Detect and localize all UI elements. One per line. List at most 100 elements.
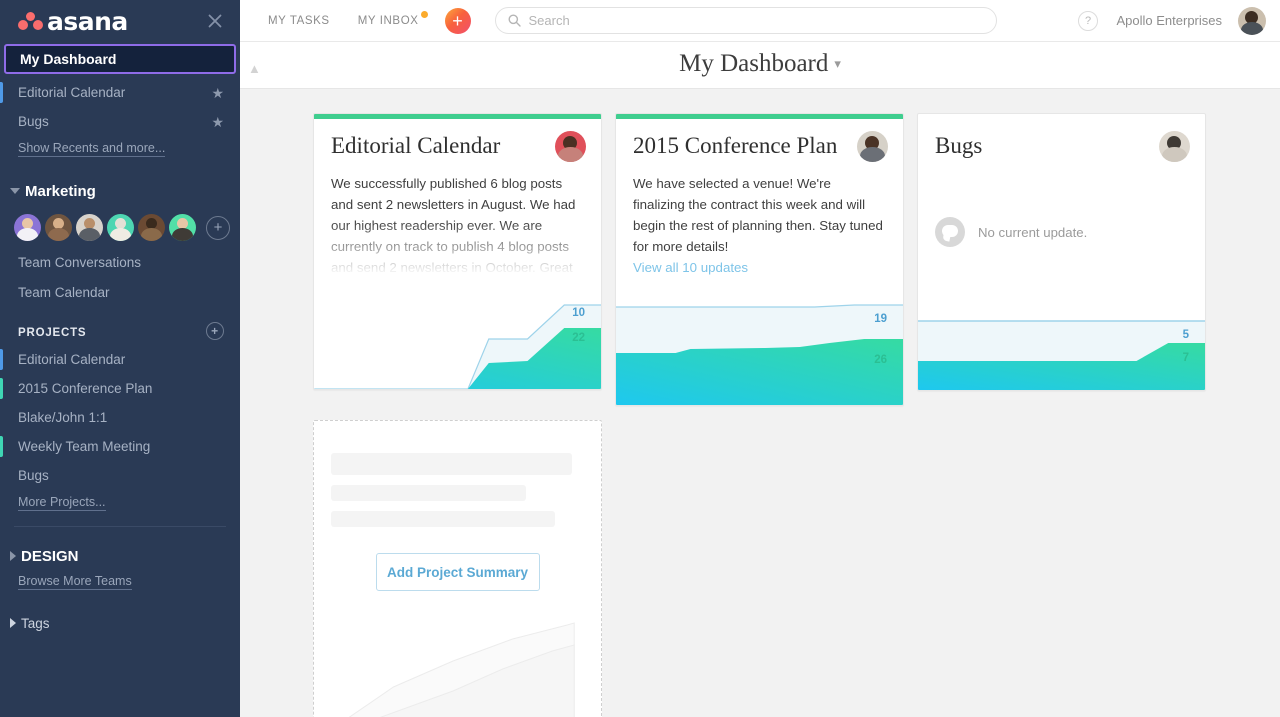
add-member-icon[interactable]: + [206, 215, 230, 240]
search-icon [508, 14, 521, 27]
browse-more-teams-label: Browse More Teams [18, 574, 132, 590]
dashboard-board: Editorial Calendar We successfully publi… [240, 90, 1280, 717]
sidebar-item-my-dashboard[interactable]: My Dashboard [4, 44, 236, 74]
top-bar: MY TASKS MY INBOX + Search ? Apollo Ente… [240, 0, 1280, 42]
sidebar-project-bugs[interactable]: Bugs [0, 461, 240, 490]
star-icon[interactable]: ★ [211, 114, 224, 131]
skeleton-line [331, 511, 555, 528]
card-status-text: We have selected a venue! We're finalizi… [633, 176, 883, 255]
sidebar-project-conference-plan[interactable]: 2015 Conference Plan [0, 374, 240, 403]
sidebar-item-label: Tags [21, 615, 50, 631]
team-marketing-header[interactable]: Marketing [0, 178, 240, 204]
project-color-bar [0, 82, 3, 103]
avatar[interactable] [76, 214, 103, 241]
asana-logo-icon [18, 12, 44, 30]
sidebar-item-label: Editorial Calendar [18, 85, 126, 100]
comment-bubble-icon [935, 217, 965, 248]
sidebar-favorite-editorial-calendar[interactable]: Editorial Calendar ★ [0, 78, 240, 107]
chart-label-completed: 26 [874, 354, 887, 367]
card-owner-avatar[interactable] [555, 131, 586, 162]
card-owner-avatar[interactable] [1159, 131, 1190, 162]
cards-row: Editorial Calendar We successfully publi… [313, 113, 1280, 407]
card-title: 2015 Conference Plan [633, 133, 838, 158]
avatar[interactable] [169, 214, 196, 241]
chart-label-completed: 22 [572, 332, 585, 345]
brand-wordmark: asana [47, 6, 128, 36]
quick-add-button[interactable]: + [444, 7, 471, 34]
sidebar-item-label: Team Calendar [18, 284, 110, 300]
avatar[interactable] [45, 214, 72, 241]
avatar[interactable] [138, 214, 165, 241]
team-design-header[interactable]: DESIGN [0, 543, 240, 569]
sidebar-divider [14, 526, 226, 527]
card-title: Bugs [935, 133, 983, 158]
card-chart: 10 22 [314, 283, 601, 390]
show-recents-label: Show Recents and more... [18, 141, 166, 157]
chart-area-completed [467, 328, 601, 390]
projects-section-header: PROJECTS + [0, 321, 240, 345]
inbox-notification-dot [420, 10, 428, 18]
skeleton-line [331, 453, 573, 476]
search-input[interactable]: Search [494, 7, 997, 34]
search-placeholder: Search [528, 13, 570, 28]
more-projects-link[interactable]: More Projects... [0, 490, 240, 516]
skeleton-lines [314, 421, 601, 528]
tab-my-tasks[interactable]: MY TASKS [268, 15, 330, 27]
show-recents-link[interactable]: Show Recents and more... [0, 136, 240, 162]
chevron-down-icon [10, 188, 20, 194]
chart-label-total: 5 [1182, 329, 1189, 342]
page-title: My Dashboard ▾ [240, 50, 1280, 78]
card-empty-state: No current update. [935, 217, 1188, 257]
avatar[interactable] [107, 214, 134, 241]
sidebar-item-tags[interactable]: Tags [0, 611, 240, 635]
card-body: Bugs No current update. [918, 114, 1205, 257]
avatar[interactable] [14, 214, 41, 241]
sidebar-project-weekly-team-meeting[interactable]: Weekly Team Meeting [0, 432, 240, 461]
add-project-icon[interactable]: + [206, 322, 224, 340]
help-button[interactable]: ? [1078, 11, 1098, 31]
add-project-summary-card[interactable]: Add Project Summary [313, 420, 602, 717]
project-card-bugs[interactable]: Bugs No current update. 5 7 [917, 113, 1206, 392]
organization-name[interactable]: Apollo Enterprises [1117, 13, 1223, 28]
sidebar-item-label: Team Conversations [18, 254, 142, 270]
project-card-editorial-calendar[interactable]: Editorial Calendar We successfully publi… [313, 113, 602, 391]
sidebar-project-editorial-calendar[interactable]: Editorial Calendar [0, 345, 240, 374]
placeholder-ghost-chart [314, 609, 601, 717]
project-card-conference-plan[interactable]: 2015 Conference Plan We have selected a … [615, 113, 904, 407]
close-icon[interactable] [206, 12, 224, 30]
sidebar-project-blake-john[interactable]: Blake/John 1:1 [0, 403, 240, 432]
card-empty-text: No current update. [978, 224, 1088, 240]
team-name-label: Marketing [25, 182, 96, 200]
sidebar: asana My Dashboard Editorial Calendar ★ … [0, 0, 240, 717]
sidebar-item-team-calendar[interactable]: Team Calendar [0, 277, 240, 307]
tab-my-inbox[interactable]: MY INBOX [358, 10, 428, 27]
more-projects-label: More Projects... [18, 495, 106, 511]
projects-header-label: PROJECTS [18, 327, 87, 339]
star-icon[interactable]: ★ [211, 85, 224, 102]
chevron-right-icon [10, 618, 16, 628]
add-project-summary-button[interactable]: Add Project Summary [375, 553, 540, 592]
card-body: Editorial Calendar We successfully publi… [314, 119, 601, 284]
sidebar-item-team-conversations[interactable]: Team Conversations [0, 247, 240, 277]
chart-label-total: 10 [572, 307, 585, 320]
sidebar-logo-row: asana [0, 0, 240, 42]
project-color-bar [0, 436, 3, 457]
skeleton-line [331, 485, 527, 502]
chart-label-completed: 7 [1182, 352, 1189, 365]
card-owner-avatar[interactable] [857, 131, 888, 162]
view-all-updates-link[interactable]: View all 10 updates [633, 257, 886, 278]
sidebar-item-label: Bugs [18, 468, 49, 483]
chevron-down-icon[interactable]: ▾ [834, 56, 841, 71]
card-chart: 19 26 [616, 299, 903, 406]
sidebar-favorite-bugs[interactable]: Bugs ★ [0, 107, 240, 136]
sidebar-item-label: Weekly Team Meeting [18, 439, 151, 454]
page-header: ▲ My Dashboard ▾ [240, 42, 1280, 89]
team-name-label: DESIGN [21, 547, 79, 565]
project-color-bar [0, 378, 3, 399]
browse-more-teams-link[interactable]: Browse More Teams [0, 569, 240, 595]
project-color-bar [0, 349, 3, 370]
card-body: 2015 Conference Plan We have selected a … [616, 119, 903, 278]
sidebar-item-label: Bugs [18, 114, 49, 129]
main-area: MY TASKS MY INBOX + Search ? Apollo Ente… [240, 0, 1280, 717]
user-avatar[interactable] [1238, 7, 1266, 35]
